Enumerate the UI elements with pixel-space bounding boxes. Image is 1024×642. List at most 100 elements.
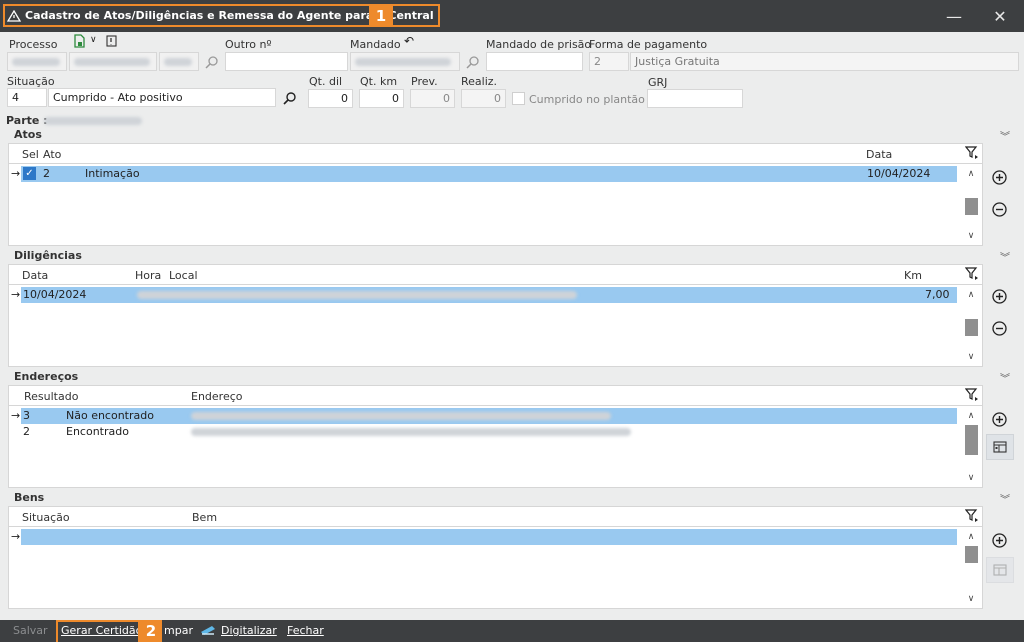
end-address-redacted	[191, 428, 631, 436]
undo-icon[interactable]: ↶	[404, 34, 414, 48]
scroll-thumb[interactable]	[965, 425, 978, 455]
enderecos-details-button[interactable]	[986, 434, 1014, 460]
qt-dil-label: Qt. dil	[309, 75, 343, 88]
atos-scrollbar[interactable]: ∧ ∨	[963, 165, 979, 245]
digitalizar-button[interactable]: Digitalizar	[221, 624, 277, 637]
scroll-thumb[interactable]	[965, 319, 978, 336]
atos-remove-button[interactable]	[989, 199, 1009, 219]
realiz-field[interactable]: 0	[461, 89, 506, 108]
current-row-arrow-icon: →	[11, 288, 21, 301]
bens-scrollbar[interactable]: ∧ ∨	[963, 528, 979, 608]
close-button[interactable]: ✕	[990, 6, 1010, 26]
qt-dil-field[interactable]: 0	[308, 89, 353, 108]
search-mandado-icon[interactable]	[466, 55, 480, 69]
table-row[interactable]: ✓ 2 Intimação 10/04/2024	[21, 166, 957, 182]
situacao-label: Situação	[7, 75, 55, 88]
grj-field[interactable]	[647, 89, 743, 108]
ato-name: Intimação	[85, 167, 140, 180]
bens-add-button[interactable]	[989, 530, 1009, 550]
enderecos-filter-icon[interactable]	[965, 387, 979, 401]
dil-col-hora[interactable]: Hora	[135, 269, 161, 282]
atos-col-ato[interactable]: Ato	[43, 148, 61, 161]
enderecos-scrollbar[interactable]: ∧ ∨	[963, 407, 979, 487]
scroll-up-icon[interactable]: ∧	[963, 530, 979, 544]
search-situacao-icon[interactable]	[283, 91, 297, 105]
scroll-thumb[interactable]	[965, 198, 978, 215]
table-row[interactable]: 10/04/2024 7,00	[21, 287, 957, 303]
table-row[interactable]	[21, 529, 957, 545]
ato-date: 10/04/2024	[867, 167, 931, 180]
diligencias-remove-button[interactable]	[989, 318, 1009, 338]
processo-field-1[interactable]	[7, 52, 67, 71]
fechar-button[interactable]: Fechar	[287, 624, 324, 637]
enderecos-collapse-icon[interactable]: ︾	[1000, 370, 1010, 385]
forma-pagamento-code[interactable]: 2	[589, 52, 629, 71]
document-icon[interactable]	[72, 34, 86, 48]
end-code: 3	[23, 409, 30, 422]
cumprido-plantao-checkbox[interactable]	[512, 92, 525, 105]
outro-numero-field[interactable]	[225, 52, 348, 71]
table-row[interactable]: 2 Encontrado	[21, 424, 957, 440]
bens-collapse-icon[interactable]: ︾	[1000, 491, 1010, 506]
limpar-button[interactable]: mpar	[164, 624, 193, 637]
scroll-thumb[interactable]	[965, 546, 978, 563]
scroll-down-icon[interactable]: ∨	[963, 471, 979, 485]
scroll-up-icon[interactable]: ∧	[963, 167, 979, 181]
parte-label: Parte :	[6, 114, 48, 127]
situacao-code-field[interactable]: 4	[7, 88, 47, 107]
prev-field[interactable]: 0	[410, 89, 455, 108]
note-icon[interactable]	[106, 35, 117, 47]
enderecos-add-button[interactable]	[989, 409, 1009, 429]
dil-local-redacted	[137, 291, 577, 299]
bens-details-button[interactable]	[986, 557, 1014, 583]
scroll-down-icon[interactable]: ∨	[963, 229, 979, 243]
dil-col-local[interactable]: Local	[169, 269, 198, 282]
enderecos-grid: Resultado Endereço 3 Não encontrado 2 En…	[8, 385, 983, 488]
bens-col-bem[interactable]: Bem	[192, 511, 217, 524]
end-col-endereco[interactable]: Endereço	[191, 390, 243, 403]
bens-grid: Situação Bem → ∧ ∨	[8, 506, 983, 609]
scroll-up-icon[interactable]: ∧	[963, 288, 979, 302]
bens-col-situacao[interactable]: Situação	[22, 511, 70, 524]
diligencias-collapse-icon[interactable]: ︾	[1000, 249, 1010, 264]
outro-numero-label: Outro nº	[225, 38, 272, 51]
mandado-field[interactable]	[350, 52, 460, 71]
dil-col-data[interactable]: Data	[22, 269, 48, 282]
minimize-button[interactable]: —	[944, 6, 964, 26]
diligencias-filter-icon[interactable]	[965, 266, 979, 280]
atos-collapse-icon[interactable]: ︾	[1000, 128, 1010, 143]
qt-km-field[interactable]: 0	[359, 89, 404, 108]
processo-field-2[interactable]	[69, 52, 157, 71]
end-code: 2	[23, 425, 30, 438]
atos-col-data[interactable]: Data	[866, 148, 892, 161]
atos-grid-header: Sel Ato Data	[9, 144, 982, 164]
atos-col-sel[interactable]: Sel	[22, 148, 39, 161]
callout-badge-2: 2	[140, 620, 162, 642]
scanner-icon[interactable]	[200, 624, 216, 637]
end-col-resultado[interactable]: Resultado	[24, 390, 78, 403]
mandado-prisao-field[interactable]	[486, 52, 583, 71]
scroll-down-icon[interactable]: ∨	[963, 350, 979, 364]
chevron-down-icon[interactable]: ∨	[90, 35, 97, 45]
dil-col-km[interactable]: Km	[904, 269, 922, 282]
situacao-field[interactable]: Cumprido - Ato positivo	[48, 88, 276, 107]
atos-add-button[interactable]	[989, 167, 1009, 187]
ato-code: 2	[43, 167, 50, 180]
forma-pagamento-field[interactable]: Justiça Gratuita	[630, 52, 1019, 71]
plus-circle-icon	[991, 532, 1007, 548]
processo-field-3[interactable]	[159, 52, 199, 71]
table-row[interactable]: 3 Não encontrado	[21, 408, 957, 424]
current-row-arrow-icon: →	[11, 409, 21, 422]
diligencias-add-button[interactable]	[989, 286, 1009, 306]
atos-filter-icon[interactable]	[965, 145, 979, 159]
search-processo-icon[interactable]	[205, 55, 219, 69]
bens-filter-icon[interactable]	[965, 508, 979, 522]
realiz-label: Realiz.	[461, 75, 498, 88]
row-select-checkbox[interactable]: ✓	[23, 167, 36, 180]
scroll-down-icon[interactable]: ∨	[963, 592, 979, 606]
diligencias-scrollbar[interactable]: ∧ ∨	[963, 286, 979, 366]
scroll-up-icon[interactable]: ∧	[963, 409, 979, 423]
minus-circle-icon	[991, 320, 1007, 336]
salvar-button[interactable]: Salvar	[13, 624, 48, 637]
qt-km-label: Qt. km	[360, 75, 398, 88]
